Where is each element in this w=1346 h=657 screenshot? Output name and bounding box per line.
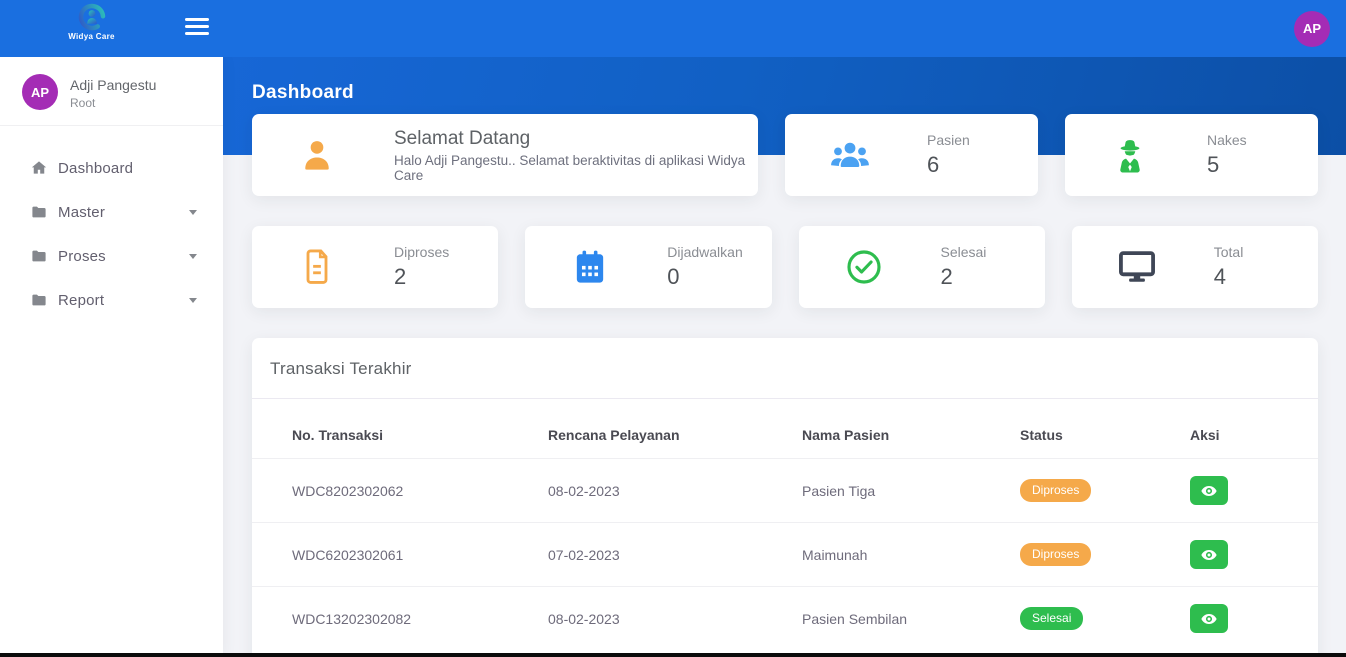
- cell-no: WDC8202302062: [292, 482, 404, 499]
- chevron-down-icon: [189, 297, 197, 303]
- table-row: WDC8202302062 08-02-2023 Pasien Tiga Dip…: [252, 458, 1318, 523]
- sidebar-item-master[interactable]: Master: [0, 190, 223, 234]
- sidebar-item-dashboard[interactable]: Dashboard: [0, 146, 223, 190]
- user-icon: [252, 136, 382, 174]
- stat-card-pasien: Pasien 6: [785, 114, 1038, 196]
- sidebar-user-avatar: AP: [22, 74, 58, 110]
- bottom-window-edge: [0, 653, 1346, 657]
- menu-icon[interactable]: [185, 18, 209, 38]
- stat-value: 2: [940, 264, 953, 289]
- file-icon: [252, 249, 382, 285]
- stat-value: 2: [394, 264, 407, 289]
- top-navbar: Widya Care AP: [0, 0, 1346, 57]
- stat-card-dijadwalkan: Dijadwalkan 0: [525, 226, 772, 308]
- stat-label: Diproses: [394, 244, 450, 260]
- welcome-card: Selamat Datang Halo Adji Pangestu.. Sela…: [252, 114, 758, 196]
- cell-date: 08-02-2023: [548, 610, 620, 627]
- view-button[interactable]: [1190, 540, 1228, 569]
- stat-value: 6: [927, 152, 940, 177]
- eye-icon: [1201, 549, 1217, 560]
- users-icon: [785, 138, 915, 172]
- col-no-transaksi: No. Transaksi: [292, 427, 384, 443]
- check-circle-icon: [799, 249, 929, 285]
- user-secret-icon: [1065, 136, 1195, 174]
- col-rencana-pelayanan: Rencana Pelayanan: [548, 427, 680, 443]
- cell-date: 07-02-2023: [548, 546, 620, 563]
- app-logo[interactable]: Widya Care: [53, 3, 131, 41]
- stat-card-selesai: Selesai 2: [798, 226, 1045, 308]
- eye-icon: [1201, 613, 1217, 624]
- main-content: Dashboard Selamat Datang Halo Adji Pange…: [223, 0, 1346, 657]
- chevron-down-icon: [189, 253, 197, 259]
- sidebar-item-label: Master: [58, 203, 106, 221]
- sidebar-nav: Dashboard Master Proses Report: [0, 146, 223, 322]
- sidebar-user-block: AP Adji Pangestu Root: [0, 57, 223, 126]
- page-title: Dashboard: [252, 82, 354, 103]
- chevron-down-icon: [189, 209, 197, 215]
- col-aksi: Aksi: [1190, 427, 1220, 443]
- status-badge: Diproses: [1020, 479, 1092, 502]
- stat-card-total: Total 4: [1071, 226, 1318, 308]
- stat-card-diproses: Diproses 2: [252, 226, 499, 308]
- cell-no: WDC13202302082: [292, 610, 412, 627]
- cell-name: Pasien Sembilan: [802, 610, 908, 627]
- stat-label: Dijadwalkan: [667, 244, 743, 260]
- widya-care-logo-icon: [78, 3, 105, 31]
- transactions-title: Transaksi Terakhir: [270, 359, 412, 378]
- sidebar-item-proses[interactable]: Proses: [0, 234, 223, 278]
- table-header-row: No. Transaksi Rencana Pelayanan Nama Pas…: [252, 399, 1318, 459]
- navbar-right: AP: [1294, 10, 1346, 47]
- sidebar-user-role: Root: [70, 95, 96, 110]
- desktop-icon: [1072, 250, 1202, 284]
- transactions-header: Transaksi Terakhir: [252, 338, 1318, 399]
- welcome-title: Selamat Datang: [394, 127, 531, 149]
- folder-icon: [30, 203, 48, 221]
- table-row: WDC6202302061 07-02-2023 Maimunah Dipros…: [252, 522, 1318, 587]
- stat-label: Nakes: [1207, 132, 1247, 148]
- stat-value: 0: [667, 264, 680, 289]
- cell-name: Maimunah: [802, 546, 868, 563]
- home-icon: [30, 159, 48, 177]
- transactions-table: No. Transaksi Rencana Pelayanan Nama Pas…: [252, 399, 1318, 650]
- sidebar-item-label: Proses: [58, 247, 106, 265]
- sidebar-item-label: Dashboard: [58, 159, 134, 177]
- stat-card-nakes: Nakes 5: [1065, 114, 1318, 196]
- cell-no: WDC6202302061: [292, 546, 404, 563]
- user-avatar[interactable]: AP: [1294, 10, 1330, 47]
- stat-label: Selesai: [940, 244, 987, 260]
- table-row: WDC13202302082 08-02-2023 Pasien Sembila…: [252, 586, 1318, 651]
- view-button[interactable]: [1190, 476, 1228, 505]
- welcome-subtitle: Halo Adji Pangestu.. Selamat beraktivita…: [394, 152, 746, 183]
- cell-name: Pasien Tiga: [802, 482, 876, 499]
- stat-label: Pasien: [927, 132, 970, 148]
- folder-icon: [30, 291, 48, 309]
- stat-label: Total: [1213, 244, 1244, 260]
- status-badge: Selesai: [1020, 607, 1084, 630]
- stat-value: 5: [1207, 152, 1220, 177]
- transactions-card: Transaksi Terakhir No. Transaksi Rencana…: [252, 338, 1318, 657]
- app-name: Widya Care: [68, 32, 115, 41]
- cell-date: 08-02-2023: [548, 482, 620, 499]
- col-status: Status: [1020, 427, 1063, 443]
- status-badge: Diproses: [1020, 543, 1092, 566]
- col-nama-pasien: Nama Pasien: [802, 427, 890, 443]
- sidebar: AP Adji Pangestu Root Dashboard Master P…: [0, 57, 223, 657]
- sidebar-item-report[interactable]: Report: [0, 278, 223, 322]
- calendar-icon: [525, 249, 655, 285]
- eye-icon: [1201, 485, 1217, 496]
- navbar-brand-area: Widya Care: [0, 0, 223, 57]
- sidebar-user-name: Adji Pangestu: [70, 76, 157, 93]
- sidebar-item-label: Report: [58, 291, 105, 309]
- view-button[interactable]: [1190, 604, 1228, 633]
- folder-icon: [30, 247, 48, 265]
- stat-value: 4: [1213, 264, 1226, 289]
